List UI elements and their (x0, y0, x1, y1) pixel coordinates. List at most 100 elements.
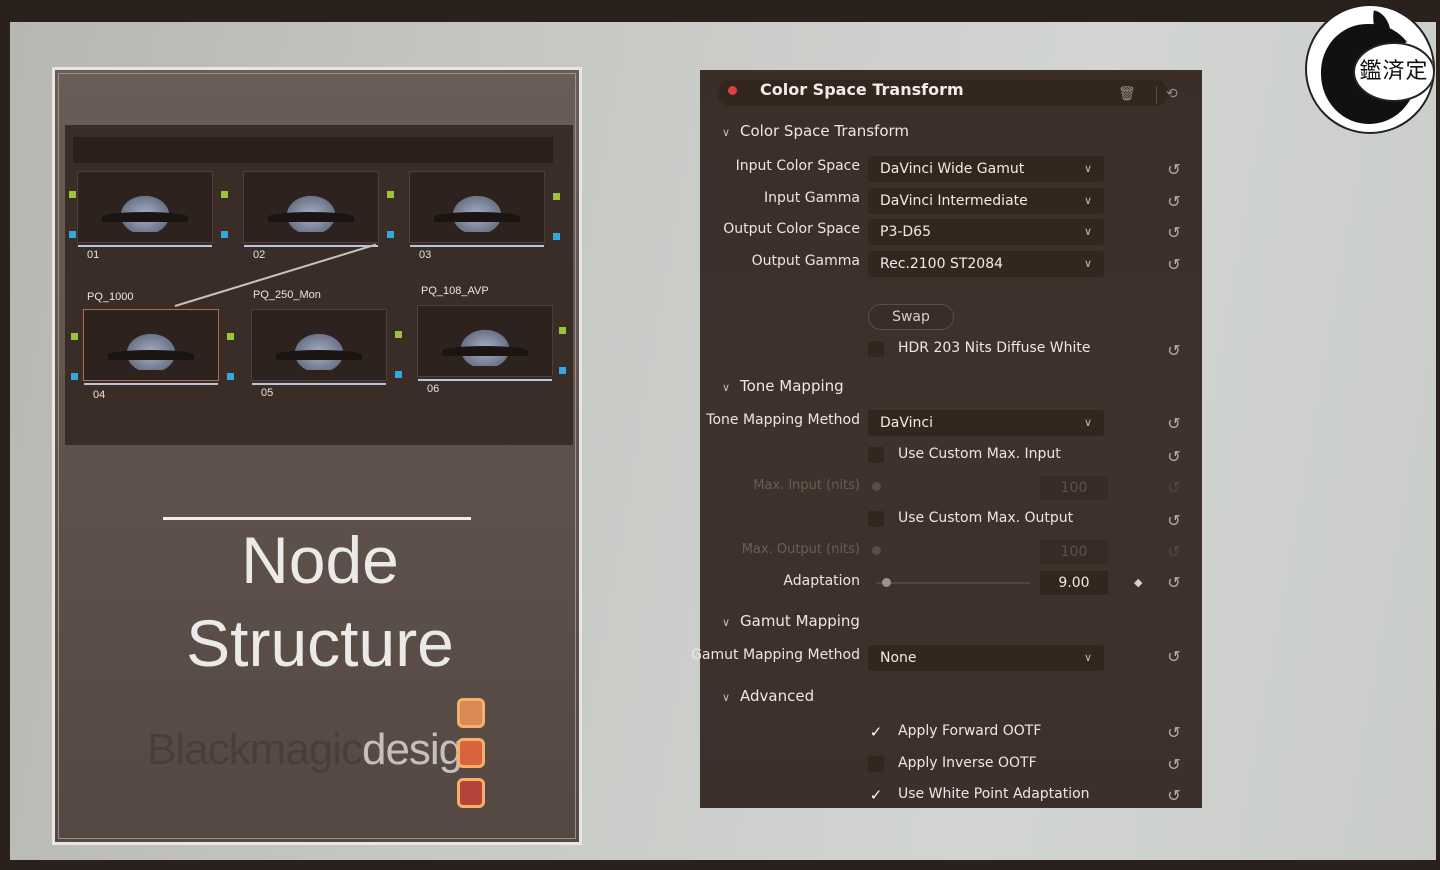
custom-max-output-checkbox[interactable] (868, 511, 884, 527)
output-color-space-dropdown[interactable]: P3-D65 ∨ (868, 219, 1104, 245)
node-output-port[interactable] (553, 193, 560, 200)
node-input-port[interactable] (69, 231, 76, 238)
node-thumbnail (82, 176, 208, 232)
node-name-06: PQ_108_AVP (421, 285, 489, 297)
slide-divider (163, 517, 471, 520)
reset-icon[interactable]: ↺ (1164, 223, 1184, 243)
node-06[interactable] (417, 305, 553, 381)
apply-inverse-ootf-checkbox[interactable] (868, 756, 884, 772)
section-cst-label: Color Space Transform (740, 122, 910, 140)
node-02[interactable] (243, 171, 379, 247)
reset-all-icon[interactable]: ⟲ (1166, 86, 1178, 102)
input-color-space-dropdown[interactable]: DaVinci Wide Gamut ∨ (868, 156, 1104, 182)
node-input-port[interactable] (71, 373, 78, 380)
hdr-diffuse-label: HDR 203 Nits Diffuse White (898, 340, 1091, 356)
output-gamma-label: Output Gamma (751, 253, 860, 269)
node-output-port[interactable] (553, 233, 560, 240)
max-input-slider-knob[interactable] (872, 482, 881, 491)
section-cst[interactable]: ∨ Color Space Transform (722, 122, 909, 140)
chevron-down-icon: ∨ (1083, 225, 1092, 238)
hdr-diffuse-checkbox[interactable] (868, 341, 884, 357)
trash-icon[interactable]: 🗑 (1118, 86, 1136, 102)
input-color-space-value: DaVinci Wide Gamut (880, 161, 1025, 177)
node-name-04: PQ_1000 (87, 291, 134, 303)
node-01[interactable] (77, 171, 213, 247)
node-output-port[interactable] (395, 331, 402, 338)
node-output-port[interactable] (227, 333, 234, 340)
output-gamma-dropdown[interactable]: Rec.2100 ST2084 ∨ (868, 251, 1104, 277)
custom-max-input-checkbox[interactable] (868, 447, 884, 463)
reset-icon[interactable]: ↺ (1164, 511, 1184, 531)
reset-icon[interactable]: ↺ (1164, 160, 1184, 180)
section-gamut-label: Gamut Mapping (740, 612, 860, 630)
swap-button[interactable]: Swap (868, 304, 954, 330)
node-number-05: 05 (261, 387, 274, 399)
input-gamma-value: DaVinci Intermediate (880, 193, 1028, 209)
reset-icon[interactable]: ↺ (1164, 573, 1184, 593)
apply-inverse-ootf-label: Apply Inverse OOTF (898, 755, 1037, 771)
projection-screen: 01 02 03 PQ_1000 PQ_250_Mon PQ_108_AVP 0… (10, 22, 1436, 860)
reset-icon[interactable]: ↺ (1164, 414, 1184, 434)
node-thumbnail (414, 176, 540, 232)
watermark-seal: 鑑済定 (1305, 4, 1435, 134)
reset-icon[interactable]: ↺ (1164, 447, 1184, 467)
blackmagic-logo-text: Blackmagicdesign (147, 725, 487, 775)
chevron-down-icon: ∨ (722, 616, 731, 629)
node-03[interactable] (409, 171, 545, 247)
seal-stamp: 鑑済定 (1353, 42, 1433, 102)
tone-mapping-method-dropdown[interactable]: DaVinci ∨ (868, 410, 1104, 436)
section-advanced-label: Advanced (740, 687, 815, 705)
gamut-mapping-method-dropdown[interactable]: None ∨ (868, 645, 1104, 671)
node-input-port[interactable] (71, 333, 78, 340)
adaptation-slider-track[interactable] (876, 582, 1030, 584)
node-editor-toolbar (73, 137, 553, 163)
white-point-adaptation-checkbox[interactable]: ✓ (868, 787, 884, 803)
reset-icon[interactable]: ↺ (1164, 341, 1184, 361)
adaptation-slider-knob[interactable] (882, 578, 891, 587)
enable-toggle[interactable] (728, 86, 737, 95)
max-output-value[interactable]: 100 (1040, 540, 1108, 564)
reset-icon[interactable]: ↺ (1164, 647, 1184, 667)
node-04[interactable] (83, 309, 219, 385)
brand-part1: Blackmagic (147, 725, 363, 774)
input-color-space-label: Input Color Space (735, 158, 860, 174)
custom-max-output-label: Use Custom Max. Output (898, 510, 1074, 526)
node-05[interactable] (251, 309, 387, 385)
output-color-space-value: P3-D65 (880, 224, 931, 240)
node-output-port[interactable] (387, 191, 394, 198)
chevron-down-icon: ∨ (1083, 257, 1092, 270)
input-gamma-dropdown[interactable]: DaVinci Intermediate ∨ (868, 188, 1104, 214)
node-bar (244, 245, 378, 247)
reset-icon[interactable]: ↺ (1164, 192, 1184, 212)
custom-max-input-label: Use Custom Max. Input (898, 446, 1061, 462)
brand-square-2 (457, 738, 485, 768)
max-input-value[interactable]: 100 (1040, 476, 1108, 500)
reset-icon[interactable]: ↺ (1164, 723, 1184, 743)
node-output-port[interactable] (221, 191, 228, 198)
color-space-transform-panel: Color Space Transform 🗑 ⟲ ∨ Color Space T… (691, 70, 1202, 808)
node-output-port[interactable] (395, 371, 402, 378)
node-output-port[interactable] (387, 231, 394, 238)
node-output-port[interactable] (221, 231, 228, 238)
header-separator (1156, 86, 1157, 104)
checkmark-icon: ✓ (869, 723, 883, 741)
section-advanced[interactable]: ∨ Advanced (722, 687, 814, 705)
reset-icon[interactable]: ↺ (1164, 255, 1184, 275)
node-output-port[interactable] (559, 367, 566, 374)
brand-square-3 (457, 778, 485, 808)
section-gamut-mapping[interactable]: ∨ Gamut Mapping (722, 612, 860, 630)
max-output-slider-knob[interactable] (872, 546, 881, 555)
node-output-port[interactable] (227, 373, 234, 380)
node-thumbnail (422, 310, 548, 366)
reset-icon[interactable]: ↺ (1164, 755, 1184, 775)
keyframe-diamond-icon[interactable]: ◆ (1134, 576, 1142, 589)
section-tone-label: Tone Mapping (740, 377, 844, 395)
node-output-port[interactable] (559, 327, 566, 334)
section-tone-mapping[interactable]: ∨ Tone Mapping (722, 377, 844, 395)
adaptation-value[interactable]: 9.00 (1040, 571, 1108, 595)
node-input-port[interactable] (69, 191, 76, 198)
apply-forward-ootf-checkbox[interactable]: ✓ (868, 724, 884, 740)
reset-icon[interactable]: ↺ (1164, 786, 1184, 806)
input-gamma-label: Input Gamma (764, 190, 860, 206)
reset-icon: ↺ (1167, 542, 1181, 561)
